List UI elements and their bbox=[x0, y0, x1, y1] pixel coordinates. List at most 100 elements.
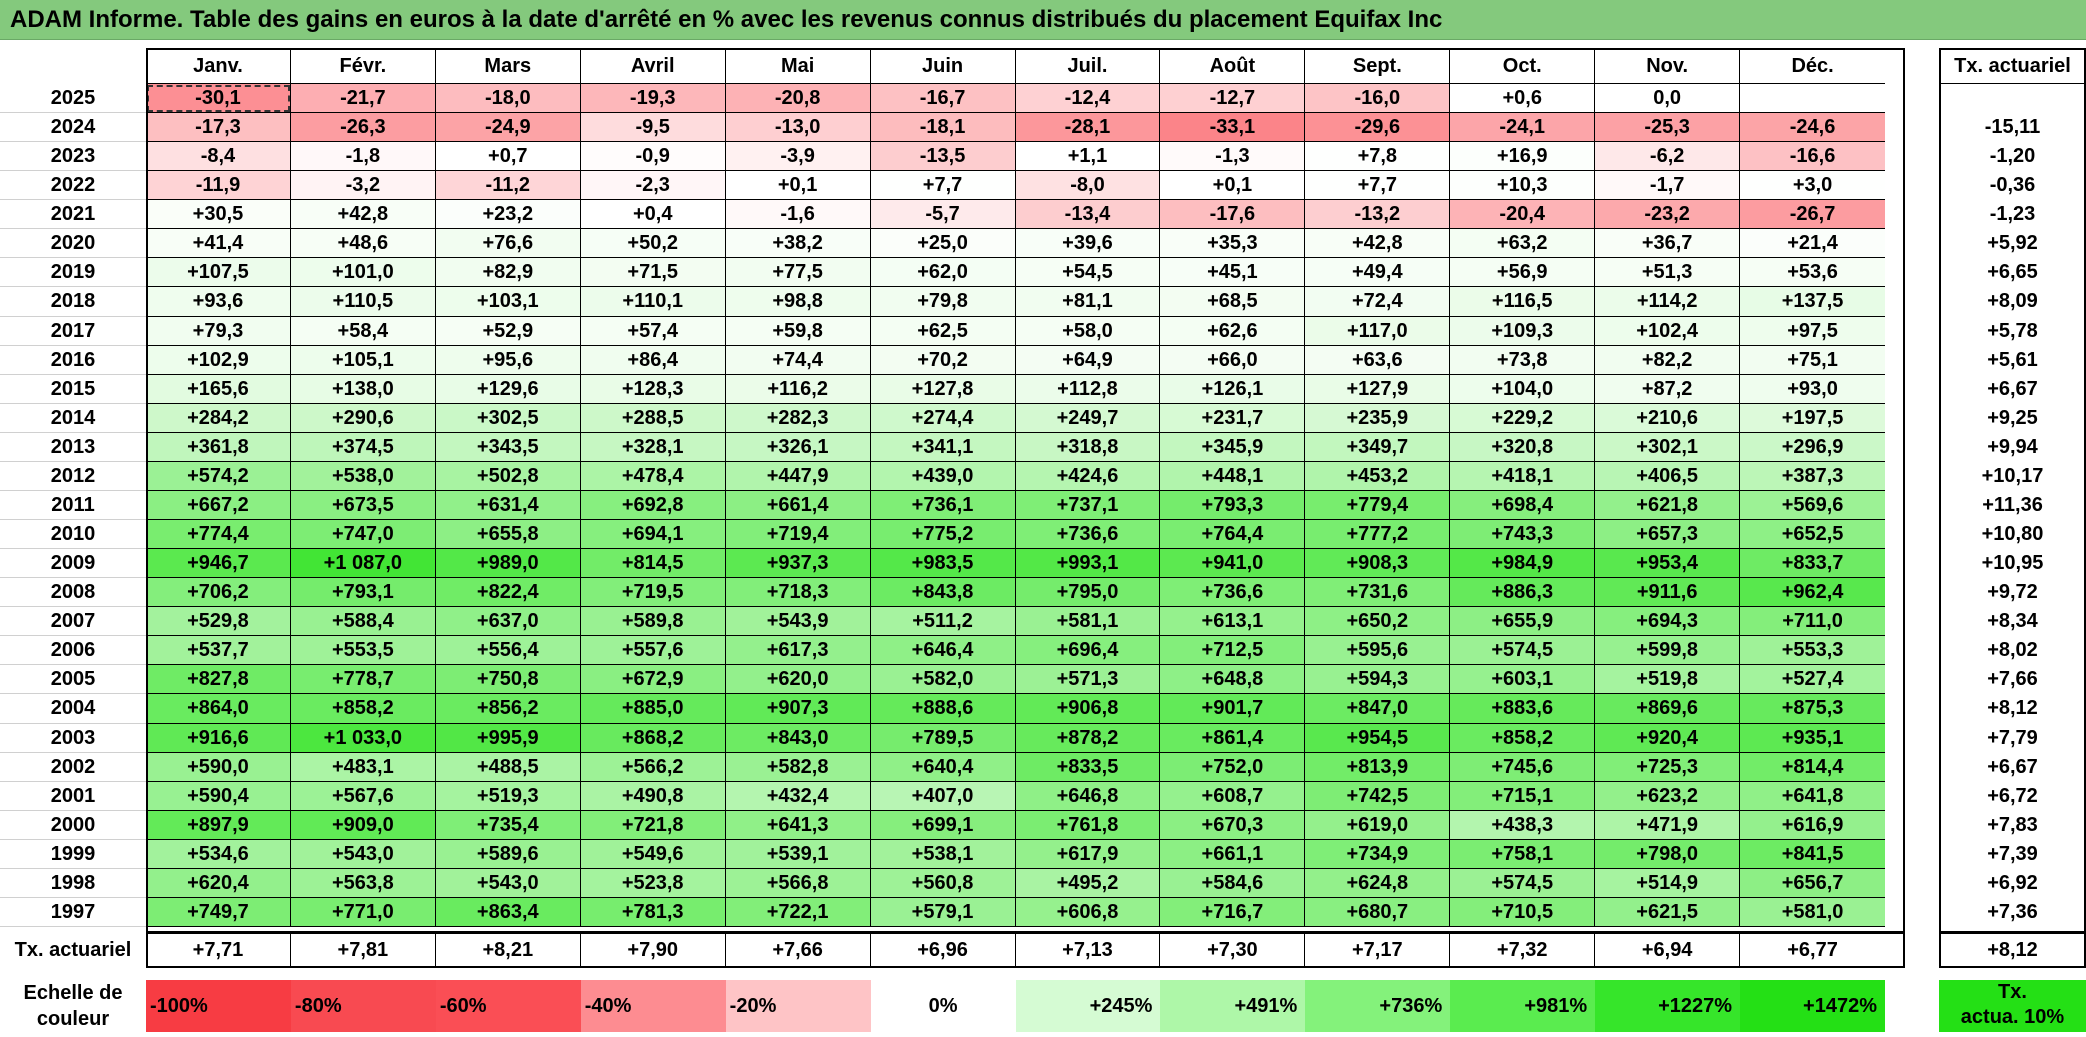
table-cell[interactable]: -33,1 bbox=[1160, 113, 1306, 143]
table-cell[interactable]: +101,0 bbox=[290, 258, 436, 288]
table-cell[interactable]: +116,5 bbox=[1450, 287, 1596, 317]
table-cell[interactable]: +302,5 bbox=[435, 403, 581, 433]
table-cell[interactable]: +716,7 bbox=[1160, 897, 1306, 928]
table-cell[interactable]: +589,8 bbox=[580, 607, 726, 637]
table-cell[interactable]: +68,5 bbox=[1160, 287, 1306, 317]
table-cell[interactable]: +594,3 bbox=[1305, 665, 1451, 695]
table-cell[interactable]: +793,1 bbox=[290, 578, 436, 608]
table-cell[interactable]: +82,9 bbox=[435, 258, 581, 288]
table-cell[interactable]: +16,9 bbox=[1450, 142, 1596, 172]
table-cell[interactable]: +667,2 bbox=[146, 490, 291, 521]
table-cell[interactable]: +543,9 bbox=[725, 607, 871, 637]
table-cell[interactable]: -2,3 bbox=[580, 171, 726, 201]
table-cell[interactable]: +692,8 bbox=[580, 490, 726, 521]
table-cell[interactable]: +75,1 bbox=[1740, 345, 1886, 375]
table-cell[interactable]: +696,4 bbox=[1015, 636, 1161, 666]
table-cell[interactable]: +616,9 bbox=[1740, 810, 1886, 840]
table-cell[interactable]: -13,0 bbox=[725, 113, 871, 143]
table-cell[interactable]: +843,8 bbox=[870, 578, 1016, 608]
table-cell[interactable]: +52,9 bbox=[435, 316, 581, 346]
table-cell[interactable]: +661,1 bbox=[1160, 839, 1306, 869]
table-cell[interactable]: +590,0 bbox=[146, 752, 291, 782]
table-cell[interactable]: +777,2 bbox=[1305, 520, 1451, 550]
table-cell[interactable]: +495,2 bbox=[1015, 868, 1161, 898]
table-cell[interactable]: -30,1 bbox=[146, 84, 291, 114]
table-cell[interactable]: -13,4 bbox=[1015, 200, 1161, 230]
table-cell[interactable]: +935,1 bbox=[1740, 723, 1886, 753]
table-cell[interactable]: -9,5 bbox=[580, 113, 726, 143]
table-cell[interactable]: +439,0 bbox=[870, 461, 1016, 491]
table-cell[interactable]: +107,5 bbox=[146, 258, 291, 288]
table-cell[interactable]: +574,2 bbox=[146, 461, 291, 491]
table-cell[interactable]: +110,5 bbox=[290, 287, 436, 317]
table-cell[interactable]: +127,9 bbox=[1305, 374, 1451, 404]
table-cell[interactable]: +483,1 bbox=[290, 752, 436, 782]
table-cell[interactable]: +0,6 bbox=[1450, 84, 1596, 114]
table-cell[interactable]: +736,6 bbox=[1160, 578, 1306, 608]
table-cell[interactable]: +72,4 bbox=[1305, 287, 1451, 317]
table-cell[interactable]: +35,3 bbox=[1160, 229, 1306, 259]
table-cell[interactable]: +856,2 bbox=[435, 694, 581, 724]
table-cell[interactable]: +569,6 bbox=[1740, 490, 1886, 521]
table-cell[interactable]: +962,4 bbox=[1740, 578, 1886, 608]
table-cell[interactable]: +79,3 bbox=[146, 316, 291, 346]
table-cell[interactable]: +57,4 bbox=[580, 316, 726, 346]
table-cell[interactable]: +114,2 bbox=[1595, 287, 1741, 317]
table-cell[interactable]: +657,3 bbox=[1595, 520, 1741, 550]
table-cell[interactable]: +539,1 bbox=[725, 839, 871, 869]
table-cell[interactable]: +619,0 bbox=[1305, 810, 1451, 840]
table-cell[interactable]: +779,4 bbox=[1305, 490, 1451, 521]
table-cell[interactable]: -1,6 bbox=[725, 200, 871, 230]
table-cell[interactable]: -18,1 bbox=[870, 113, 1016, 143]
table-cell[interactable]: -12,7 bbox=[1160, 84, 1306, 114]
table-cell[interactable]: +916,6 bbox=[146, 723, 291, 753]
table-cell[interactable]: +984,9 bbox=[1450, 549, 1596, 579]
table-cell[interactable]: +58,0 bbox=[1015, 316, 1161, 346]
table-cell[interactable]: +909,0 bbox=[290, 810, 436, 840]
table-cell[interactable]: +326,1 bbox=[725, 432, 871, 462]
table-cell[interactable]: +560,8 bbox=[870, 868, 1016, 898]
table-cell[interactable]: -25,3 bbox=[1595, 113, 1741, 143]
table-cell[interactable]: +868,2 bbox=[580, 723, 726, 753]
table-cell[interactable] bbox=[1740, 84, 1886, 114]
table-cell[interactable]: +719,4 bbox=[725, 520, 871, 550]
table-cell[interactable]: +833,7 bbox=[1740, 549, 1886, 579]
table-cell[interactable]: +953,4 bbox=[1595, 549, 1741, 579]
table-cell[interactable]: +0,7 bbox=[435, 142, 581, 172]
table-cell[interactable]: +673,5 bbox=[290, 490, 436, 521]
table-cell[interactable]: -19,3 bbox=[580, 84, 726, 114]
table-cell[interactable]: +736,1 bbox=[870, 490, 1016, 521]
table-cell[interactable]: +471,9 bbox=[1595, 810, 1741, 840]
table-cell[interactable]: +64,9 bbox=[1015, 345, 1161, 375]
table-cell[interactable]: +883,6 bbox=[1450, 694, 1596, 724]
table-cell[interactable]: +197,5 bbox=[1740, 403, 1886, 433]
table-cell[interactable]: +858,2 bbox=[1450, 723, 1596, 753]
table-cell[interactable]: +406,5 bbox=[1595, 461, 1741, 491]
table-cell[interactable]: +54,5 bbox=[1015, 258, 1161, 288]
table-cell[interactable]: +86,4 bbox=[580, 345, 726, 375]
table-cell[interactable]: +284,2 bbox=[146, 403, 291, 433]
table-cell[interactable]: +102,9 bbox=[146, 345, 291, 375]
table-cell[interactable]: +519,8 bbox=[1595, 665, 1741, 695]
table-cell[interactable]: +617,9 bbox=[1015, 839, 1161, 869]
table-cell[interactable]: +721,8 bbox=[580, 810, 726, 840]
table-cell[interactable]: +822,4 bbox=[435, 578, 581, 608]
table-cell[interactable]: +302,1 bbox=[1595, 432, 1741, 462]
table-cell[interactable]: +761,8 bbox=[1015, 810, 1161, 840]
table-cell[interactable]: +7,7 bbox=[1305, 171, 1451, 201]
table-cell[interactable]: +574,5 bbox=[1450, 636, 1596, 666]
table-cell[interactable]: +646,4 bbox=[870, 636, 1016, 666]
table-cell[interactable]: +941,0 bbox=[1160, 549, 1306, 579]
table-cell[interactable]: +30,5 bbox=[146, 200, 291, 230]
table-cell[interactable]: +789,5 bbox=[870, 723, 1016, 753]
table-cell[interactable]: +631,4 bbox=[435, 490, 581, 521]
table-cell[interactable]: +25,0 bbox=[870, 229, 1016, 259]
table-cell[interactable]: +743,3 bbox=[1450, 520, 1596, 550]
table-cell[interactable]: +582,8 bbox=[725, 752, 871, 782]
table-cell[interactable]: +652,5 bbox=[1740, 520, 1886, 550]
table-cell[interactable]: -8,0 bbox=[1015, 171, 1161, 201]
table-cell[interactable]: +38,2 bbox=[725, 229, 871, 259]
table-cell[interactable]: 0,0 bbox=[1595, 84, 1741, 114]
table-cell[interactable]: -29,6 bbox=[1305, 113, 1451, 143]
table-cell[interactable]: +557,6 bbox=[580, 636, 726, 666]
